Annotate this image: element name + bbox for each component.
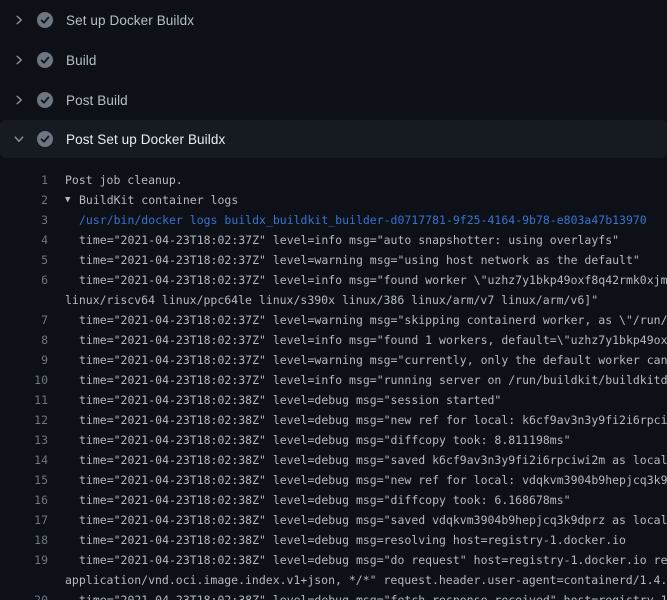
- line-number: [0, 570, 48, 590]
- log-line: 6 time="2021-04-23T18:02:37Z" level=info …: [0, 270, 667, 290]
- steps-list: Set up Docker Buildx Build Post Build Post …: [0, 0, 667, 158]
- log-group-title[interactable]: BuildKit container logs: [79, 190, 238, 210]
- actions-log-viewer: Set up Docker Buildx Build Post Build Post …: [0, 0, 667, 600]
- step-label: Post Set up Docker Buildx: [66, 132, 225, 147]
- log-line: 7 time="2021-04-23T18:02:37Z" level=warni…: [0, 310, 667, 330]
- step-row-post-build[interactable]: Post Build: [0, 80, 667, 120]
- step-label: Set up Docker Buildx: [66, 13, 194, 28]
- check-circle-icon: [37, 131, 53, 147]
- log-text: time="2021-04-23T18:02:38Z" level=debug …: [79, 490, 571, 510]
- line-number[interactable]: 12: [0, 410, 48, 430]
- log-line: 5 time="2021-04-23T18:02:37Z" level=warni…: [0, 250, 667, 270]
- step-label: Build: [66, 53, 97, 68]
- log-line-wrapped: application/vnd.oci.image.index.v1+json,…: [0, 570, 667, 590]
- log-text: Post job cleanup.: [65, 170, 183, 190]
- check-circle-icon: [37, 92, 53, 108]
- log-text: time="2021-04-23T18:02:38Z" level=debug …: [79, 510, 667, 530]
- log-line: 2 ▼BuildKit container logs: [0, 190, 667, 210]
- log-text: time="2021-04-23T18:02:38Z" level=debug …: [79, 390, 501, 410]
- log-text: time="2021-04-23T18:02:37Z" level=warnin…: [79, 310, 667, 330]
- log-text: time="2021-04-23T18:02:38Z" level=debug …: [79, 530, 626, 550]
- log-text: time="2021-04-23T18:02:37Z" level=warnin…: [79, 350, 667, 370]
- line-number: [0, 290, 48, 310]
- line-number[interactable]: 15: [0, 470, 48, 490]
- log-text: linux/riscv64 linux/ppc64le linux/s390x …: [65, 290, 598, 310]
- log-line: 19 time="2021-04-23T18:02:38Z" level=debu…: [0, 550, 667, 570]
- log-text: time="2021-04-23T18:02:38Z" level=debug …: [79, 450, 667, 470]
- chevron-right-icon: [12, 93, 26, 107]
- log-line: 18 time="2021-04-23T18:02:38Z" level=debu…: [0, 530, 667, 550]
- step-row-post-set-up-docker-buildx[interactable]: Post Set up Docker Buildx: [0, 120, 667, 158]
- line-number[interactable]: 7: [0, 310, 48, 330]
- log-command-text: /usr/bin/docker logs buildx_buildkit_bui…: [79, 210, 647, 230]
- line-number[interactable]: 1: [0, 170, 48, 190]
- line-number[interactable]: 10: [0, 370, 48, 390]
- log-line-wrapped: linux/riscv64 linux/ppc64le linux/s390x …: [0, 290, 667, 310]
- log-line: 9 time="2021-04-23T18:02:37Z" level=warni…: [0, 350, 667, 370]
- line-number[interactable]: 3: [0, 210, 48, 230]
- log-text: time="2021-04-23T18:02:38Z" level=debug …: [79, 550, 667, 570]
- step-row-build[interactable]: Build: [0, 40, 667, 80]
- log-line: 11 time="2021-04-23T18:02:38Z" level=debu…: [0, 390, 667, 410]
- line-number[interactable]: 19: [0, 550, 48, 570]
- line-number[interactable]: 14: [0, 450, 48, 470]
- log-line: 1 Post job cleanup.: [0, 170, 667, 190]
- log-line: 3/usr/bin/docker logs buildx_buildkit_bu…: [0, 210, 667, 230]
- line-number[interactable]: 13: [0, 430, 48, 450]
- log-text: time="2021-04-23T18:02:37Z" level=info m…: [79, 330, 667, 350]
- line-number[interactable]: 18: [0, 530, 48, 550]
- log-line: 12 time="2021-04-23T18:02:38Z" level=debu…: [0, 410, 667, 430]
- log-line: 4 time="2021-04-23T18:02:37Z" level=info …: [0, 230, 667, 250]
- log-text: time="2021-04-23T18:02:37Z" level=info m…: [79, 270, 667, 290]
- log-text: application/vnd.oci.image.index.v1+json,…: [65, 570, 667, 590]
- log-line: 10 time="2021-04-23T18:02:37Z" level=info…: [0, 370, 667, 390]
- chevron-right-icon: [12, 53, 26, 67]
- line-number[interactable]: 4: [0, 230, 48, 250]
- log-panel: 1 Post job cleanup. 2 ▼BuildKit container l…: [0, 158, 667, 600]
- line-number[interactable]: 20: [0, 590, 48, 600]
- log-text: time="2021-04-23T18:02:38Z" level=debug …: [79, 430, 571, 450]
- log-line: 14 time="2021-04-23T18:02:38Z" level=debu…: [0, 450, 667, 470]
- group-disclosure-icon[interactable]: ▼: [65, 190, 79, 210]
- line-number[interactable]: 8: [0, 330, 48, 350]
- log-text: time="2021-04-23T18:02:38Z" level=debug …: [79, 590, 667, 600]
- log-line: 13 time="2021-04-23T18:02:38Z" level=debu…: [0, 430, 667, 450]
- check-circle-icon: [37, 12, 53, 28]
- check-circle-icon: [37, 52, 53, 68]
- log-text: time="2021-04-23T18:02:38Z" level=debug …: [79, 410, 667, 430]
- step-row-set-up-docker-buildx[interactable]: Set up Docker Buildx: [0, 0, 667, 40]
- log-text: time="2021-04-23T18:02:37Z" level=info m…: [79, 370, 667, 390]
- log-line: 15 time="2021-04-23T18:02:38Z" level=debu…: [0, 470, 667, 490]
- chevron-down-icon: [12, 132, 26, 146]
- log-line: 16 time="2021-04-23T18:02:38Z" level=debu…: [0, 490, 667, 510]
- log-text: time="2021-04-23T18:02:37Z" level=warnin…: [79, 250, 640, 270]
- log-text: time="2021-04-23T18:02:37Z" level=info m…: [79, 230, 619, 250]
- line-number[interactable]: 16: [0, 490, 48, 510]
- step-label: Post Build: [66, 93, 128, 108]
- log-line: 8 time="2021-04-23T18:02:37Z" level=info …: [0, 330, 667, 350]
- log-text: time="2021-04-23T18:02:38Z" level=debug …: [79, 470, 667, 490]
- log-line: 20 time="2021-04-23T18:02:38Z" level=debu…: [0, 590, 667, 600]
- log-line: 17 time="2021-04-23T18:02:38Z" level=debu…: [0, 510, 667, 530]
- line-number[interactable]: 17: [0, 510, 48, 530]
- chevron-right-icon: [12, 13, 26, 27]
- line-number[interactable]: 5: [0, 250, 48, 270]
- line-number[interactable]: 6: [0, 270, 48, 290]
- line-number[interactable]: 2: [0, 190, 48, 210]
- line-number[interactable]: 9: [0, 350, 48, 370]
- line-number[interactable]: 11: [0, 390, 48, 410]
